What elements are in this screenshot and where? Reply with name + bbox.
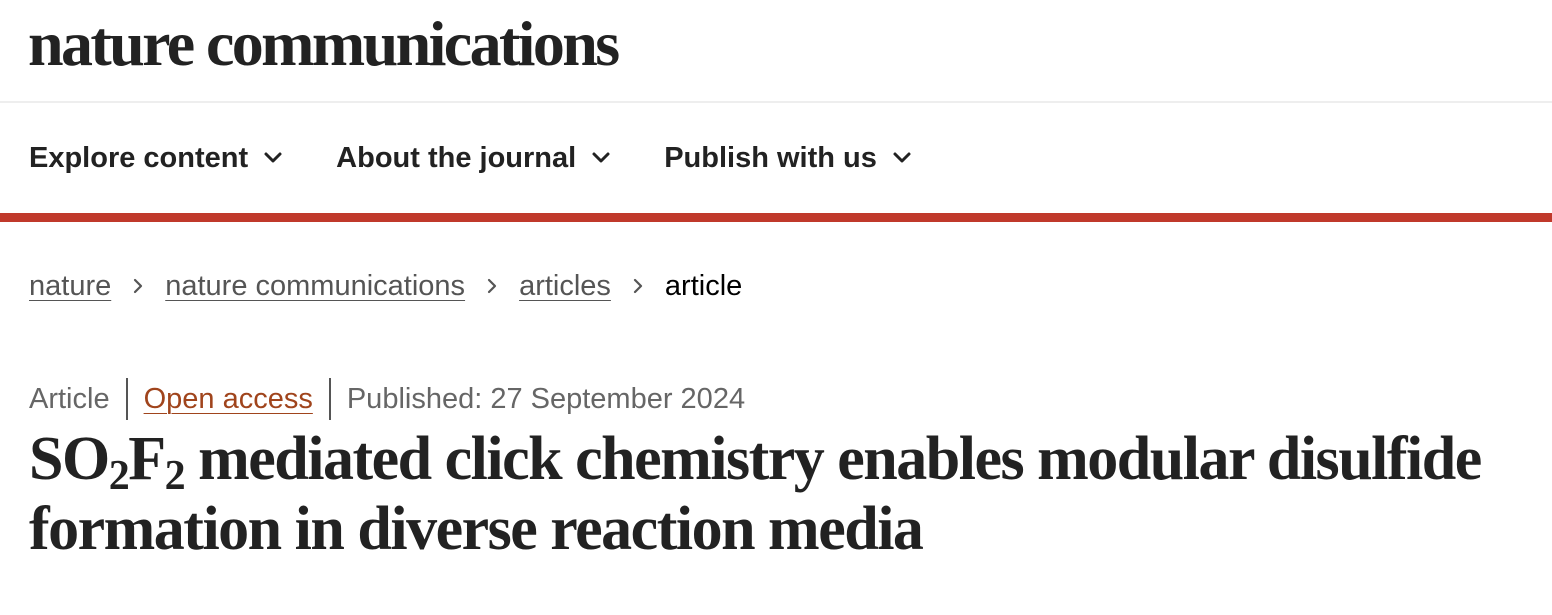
chevron-right-icon [487, 278, 497, 294]
article-type: Article [29, 382, 110, 415]
nav-about-the-journal[interactable]: About the journal [336, 142, 612, 175]
article-meta: Article Open access Published: 27 Septem… [0, 378, 1552, 420]
breadcrumb-nature[interactable]: nature [29, 270, 111, 303]
meta-divider [125, 378, 128, 420]
breadcrumb: nature nature communications articles ar… [0, 222, 1552, 350]
open-access-link[interactable]: Open access [144, 383, 313, 416]
title-part-f: F [128, 425, 166, 493]
title-part-so: SO [29, 425, 110, 493]
nav-about-the-journal-label: About the journal [336, 141, 577, 174]
breadcrumb-nature-communications[interactable]: nature communications [165, 270, 465, 303]
meta-divider [328, 378, 331, 420]
chevron-right-icon [633, 278, 643, 294]
nav-publish-with-us[interactable]: Publish with us [664, 142, 913, 175]
title-part-rest: mediated click chemistry enables modular… [29, 425, 1482, 563]
nav-explore-content[interactable]: Explore content [29, 142, 284, 175]
title-sub-2a: 2 [108, 453, 130, 499]
nav-explore-content-label: Explore content [29, 141, 249, 174]
nav-accent-rule [0, 213, 1552, 222]
title-sub-2b: 2 [164, 453, 186, 499]
chevron-down-icon [592, 152, 610, 163]
article-title: SO2F2 mediated click chemistry enables m… [29, 424, 1509, 564]
published-date: Published: 27 September 2024 [346, 382, 746, 415]
breadcrumb-articles[interactable]: articles [519, 270, 611, 303]
main-nav: Explore content About the journal Publis… [0, 103, 1552, 213]
site-header: nature communications [0, 0, 1552, 103]
breadcrumb-current: article [664, 269, 743, 302]
chevron-right-icon [134, 278, 143, 294]
chevron-down-icon [893, 152, 911, 163]
chevron-down-icon [264, 152, 282, 163]
journal-logo[interactable]: nature communications [28, 6, 620, 82]
nav-publish-with-us-label: Publish with us [664, 141, 877, 174]
